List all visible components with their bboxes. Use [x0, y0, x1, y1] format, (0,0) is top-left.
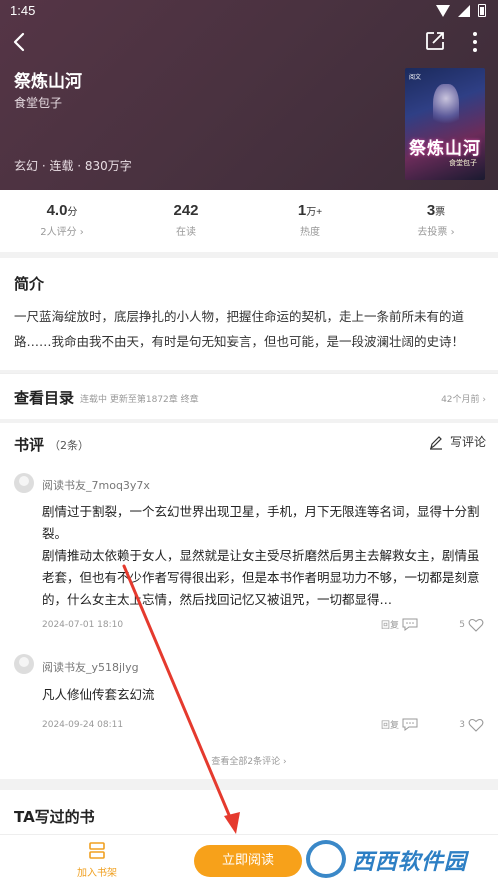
stat-readers-label: 在读 — [176, 227, 196, 238]
author-works-title: TA写过的书 — [14, 808, 95, 826]
write-review-button[interactable]: 写评论 — [428, 433, 486, 450]
write-review-label: 写评论 — [449, 435, 486, 449]
pen-icon — [429, 435, 442, 450]
review-date: 2024-07-01 18:10 — [42, 620, 124, 630]
intro-title: 简介 — [14, 275, 45, 293]
review-username[interactable]: 阅读书友_y518jlyg — [42, 659, 139, 675]
toc-title: 查看目录 — [14, 389, 75, 407]
book-meta: 玄幻 · 连载 · 830万字 — [14, 159, 132, 173]
toc-updated-ago: 42个月前 › — [441, 395, 486, 405]
stat-votes-value: 3 — [426, 202, 436, 219]
see-all-reviews-link[interactable]: 查看全部2条评论 › — [0, 754, 498, 767]
reply-label: 回复 — [381, 621, 400, 631]
review-username[interactable]: 阅读书友_7moq3y7x — [42, 477, 150, 493]
add-to-shelf-button[interactable]: 加入书架 — [72, 841, 122, 879]
stat-votes-label: 去投票 › — [417, 227, 455, 238]
comment-icon — [402, 718, 418, 731]
author-works-section: TA写过的书 — [0, 790, 498, 838]
stat-heat-label: 热度 — [300, 227, 320, 238]
like-count: 3 — [459, 720, 465, 730]
stat-rating-unit: 分 — [67, 207, 78, 218]
watermark-text: 西西软件园 — [352, 850, 468, 875]
cover-title: 祭炼山河 — [409, 139, 481, 159]
toc-row[interactable]: 查看目录 连载中 更新至第1872章 终章 42个月前 › — [0, 373, 498, 419]
status-bar: 1:45 — [0, 0, 498, 22]
heart-icon — [468, 618, 484, 632]
stat-votes-unit: 票 — [435, 207, 446, 218]
like-button[interactable]: 3 — [459, 718, 484, 732]
reply-label: 回复 — [381, 721, 400, 731]
like-button[interactable]: 5 — [459, 618, 484, 632]
read-now-button[interactable]: 立即阅读 — [194, 845, 302, 877]
review-text[interactable]: 剧情过于割裂，一个玄幻世界出现卫星，手机，月下无限连等名词，显得十分割裂。 剧情… — [42, 501, 486, 607]
stat-rating[interactable]: 4.0分 2人评分 › — [22, 202, 102, 238]
review-text[interactable]: 凡人修仙传套玄幻流 — [42, 684, 486, 706]
reviews-section: 书评 （2条） 写评论 阅读书友_7moq3y7x 剧情过于割裂，一个玄幻世界出… — [0, 423, 498, 779]
like-count: 5 — [459, 620, 465, 630]
battery-icon — [478, 4, 486, 17]
watermark-logo — [306, 840, 346, 878]
reviews-count: （2条） — [49, 439, 89, 452]
heart-icon — [468, 718, 484, 732]
toc-status: 连载中 更新至第1872章 终章 — [80, 395, 199, 405]
intro-text[interactable]: 一尺蓝海绽放时，底层挣扎的小人物，把握住命运的契机，走上一条前所未有的道路……我… — [14, 304, 486, 354]
back-arrow-icon — [13, 32, 25, 52]
stat-rating-label: 2人评分 › — [40, 227, 84, 238]
stats-bar: 4.0分 2人评分 › 242 在读 1万+ 热度 3票 去投票 › — [0, 190, 498, 252]
stat-heat-value: 1 — [297, 202, 307, 219]
wifi-icon — [436, 4, 450, 17]
cover-publisher: 阅文 — [409, 74, 422, 81]
reply-button[interactable]: 回复 — [381, 718, 418, 731]
avatar[interactable] — [14, 473, 34, 493]
book-author[interactable]: 食堂包子 — [14, 94, 62, 111]
stat-readers-value: 242 — [173, 202, 199, 219]
bookshelf-icon — [89, 842, 105, 859]
avatar[interactable] — [14, 654, 34, 674]
comment-icon — [402, 618, 418, 631]
review-date: 2024-09-24 08:11 — [42, 720, 124, 730]
intro-section: 简介 一尺蓝海绽放时，底层挣扎的小人物，把握住命运的契机，走上一条前所未有的道路… — [0, 258, 498, 370]
cover-figure — [433, 84, 459, 132]
more-options-button[interactable] — [466, 30, 484, 54]
stat-readers: 242 在读 — [146, 202, 226, 238]
more-vertical-icon — [473, 32, 477, 52]
reviews-title: 书评 — [14, 436, 45, 454]
status-time: 1:45 — [10, 3, 36, 18]
book-title: 祭炼山河 — [14, 72, 82, 92]
signal-icon — [458, 4, 470, 17]
reply-button[interactable]: 回复 — [381, 618, 418, 631]
site-watermark: 西西软件园 — [302, 836, 498, 882]
book-header: 1:45 祭炼山河 食堂包子 玄幻 · 连载 · 830万字 阅文 祭炼山河 食… — [0, 0, 498, 190]
book-cover[interactable]: 阅文 祭炼山河 食堂包子 — [405, 68, 485, 180]
stat-heat-unit: 万+ — [306, 207, 323, 218]
cover-author: 食堂包子 — [449, 159, 477, 167]
stat-rating-value: 4.0 — [46, 202, 68, 219]
share-button[interactable] — [424, 30, 446, 52]
stat-heat: 1万+ 热度 — [270, 202, 350, 238]
stat-votes[interactable]: 3票 去投票 › — [396, 202, 476, 238]
share-icon — [426, 32, 444, 50]
back-button[interactable] — [8, 28, 32, 56]
add-to-shelf-label: 加入书架 — [77, 868, 117, 879]
